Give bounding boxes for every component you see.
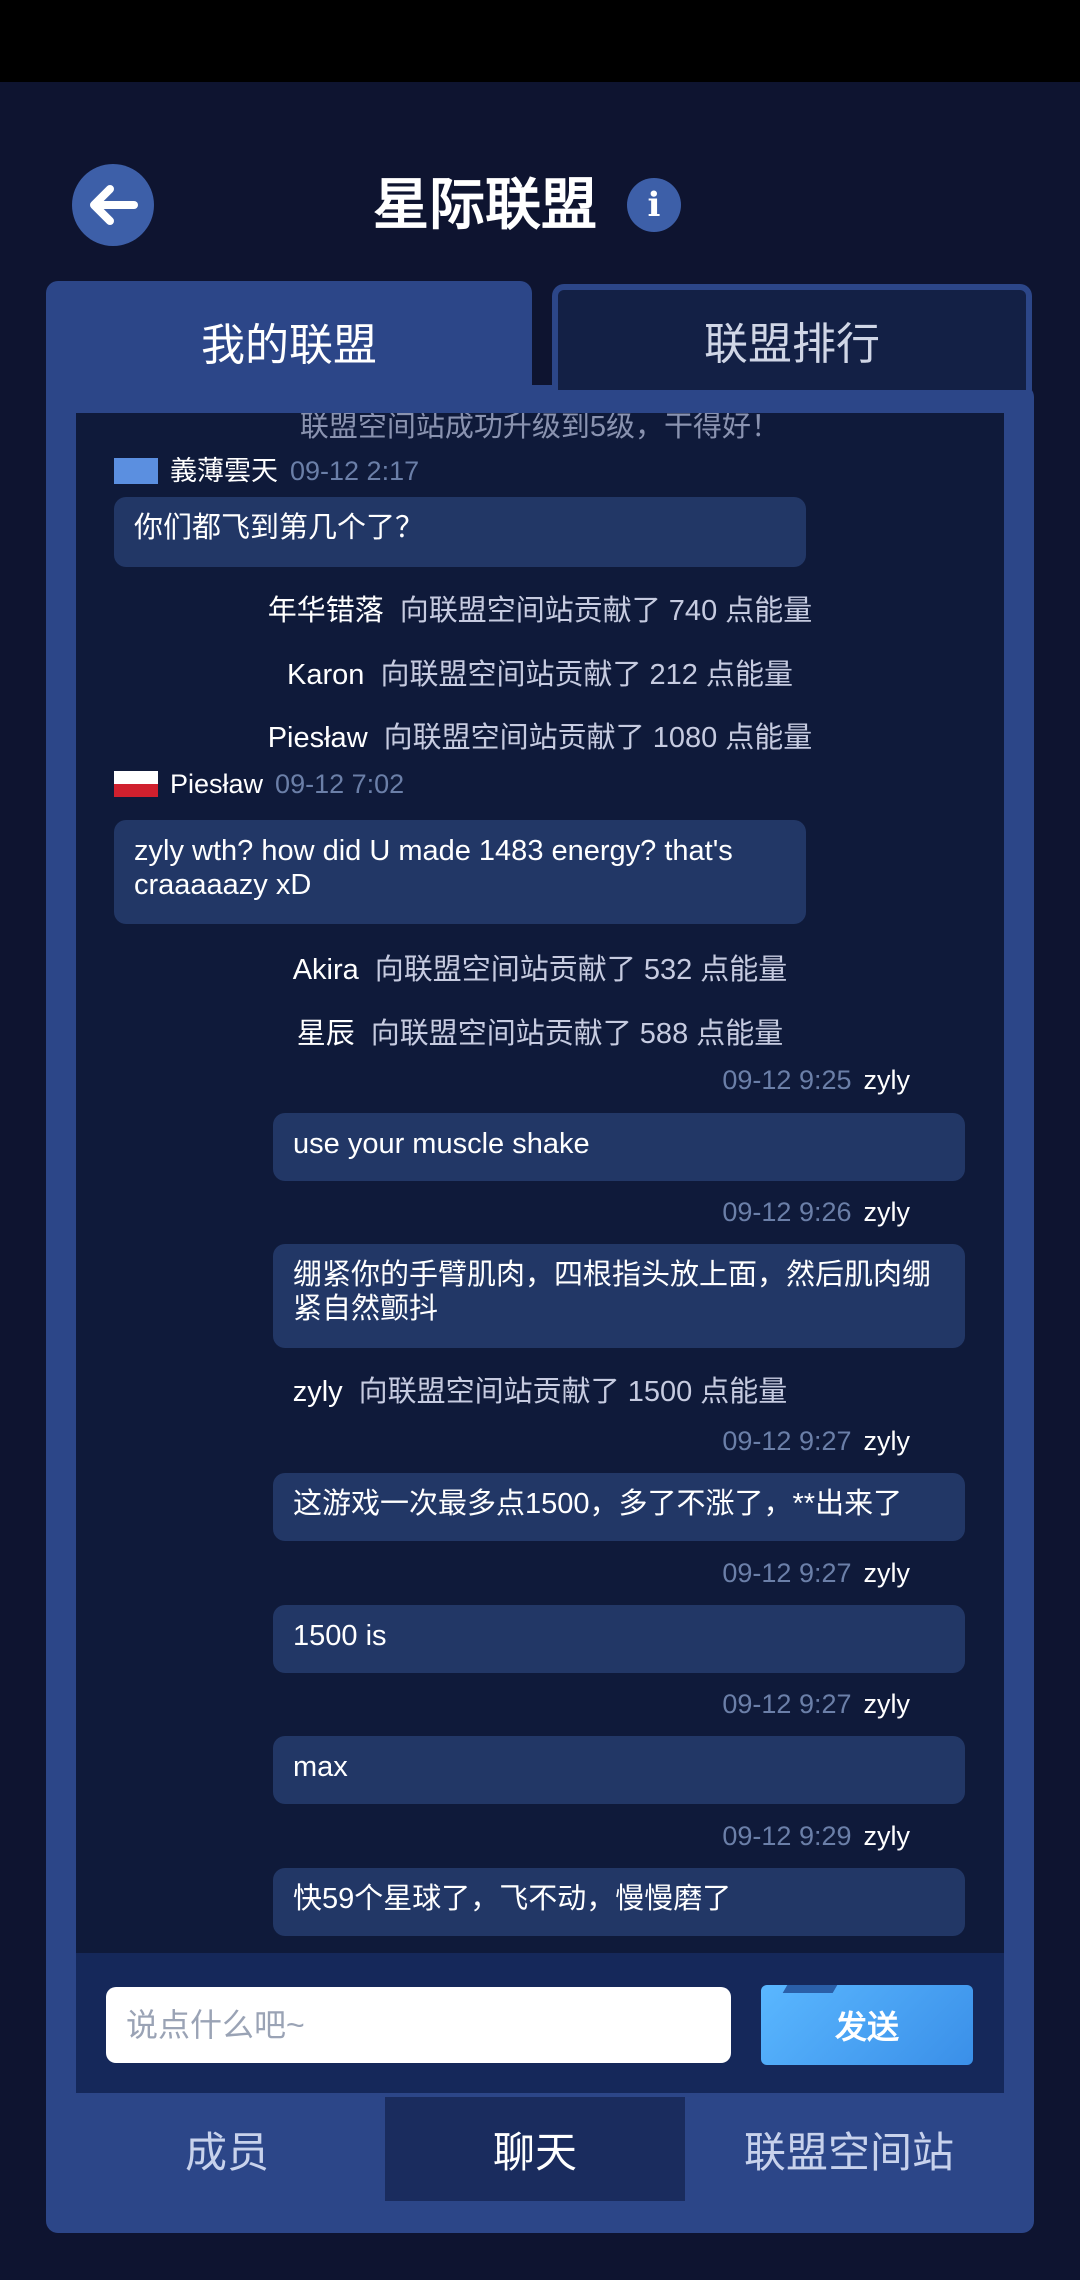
chat-bubble[interactable]: 快59个星球了，飞不动，慢慢磨了 — [273, 1868, 965, 1936]
tab-alliance-station[interactable]: 联盟空间站 — [700, 2097, 998, 2201]
truncated-message: 联盟空间站成功升级到5级，干得好！ — [299, 413, 781, 443]
message-meta: 09-12 9:27 zyly — [722, 1689, 910, 1719]
send-button[interactable]: 发送 — [761, 1985, 973, 2065]
chat-list[interactable]: 联盟空间站成功升级到5级，干得好！ 義薄雲天 09-12 2:17 你们都飞到第几… — [76, 413, 1004, 1953]
page-title: 星际联盟 — [373, 173, 597, 236]
tab-my-alliance[interactable]: 我的联盟 — [46, 281, 532, 401]
message-meta: Piesław 09-12 7:02 — [114, 769, 404, 800]
status-bar — [0, 0, 1080, 82]
chat-bubble[interactable]: 你们都飞到第几个了？ — [114, 497, 806, 567]
message-meta: 09-12 9:29 zyly — [722, 1821, 910, 1851]
system-message: 星辰 向联盟空间站贡献了 588 点能量 — [296, 1018, 784, 1050]
system-message: Piesław 向联盟空间站贡献了 1080 点能量 — [267, 722, 813, 754]
system-message: 年华错落 向联盟空间站贡献了 740 点能量 — [267, 595, 813, 627]
system-message: zyly 向联盟空间站贡献了 1500 点能量 — [292, 1376, 788, 1408]
message-meta: 09-12 9:27 zyly — [722, 1426, 910, 1456]
back-button[interactable] — [72, 164, 154, 246]
tab-chat[interactable]: 聊天 — [385, 2097, 685, 2201]
poland-flag-icon — [114, 771, 158, 797]
chat-bubble[interactable]: max — [273, 1736, 965, 1804]
chat-bubble[interactable]: 1500 is — [273, 1605, 965, 1673]
chat-bubble[interactable]: use your muscle shake — [273, 1113, 965, 1181]
tab-alliance-ranking[interactable]: 联盟排行 — [552, 284, 1032, 390]
message-meta: 09-12 9:25 zyly — [722, 1065, 910, 1095]
chat-bubble[interactable]: 绷紧你的手臂肌肉，四根指头放上面，然后肌肉绷紧自然颤抖 — [273, 1244, 965, 1348]
chat-bubble[interactable]: zyly wth? how did U made 1483 energy? th… — [114, 820, 806, 924]
system-message: Akira 向联盟空间站贡献了 532 点能量 — [292, 954, 788, 986]
message-input[interactable] — [106, 1987, 731, 2063]
message-input-bar: 发送 — [76, 1953, 1004, 2093]
message-meta: 09-12 9:27 zyly — [722, 1558, 910, 1588]
message-meta: 義薄雲天 09-12 2:17 — [114, 449, 419, 488]
chat-bubble[interactable]: 这游戏一次最多点1500，多了不涨了，**出来了 — [273, 1473, 965, 1541]
globe-flag-icon — [114, 458, 158, 484]
system-message: Karon 向联盟空间站贡献了 212 点能量 — [287, 659, 793, 691]
info-icon[interactable]: i — [627, 178, 681, 232]
arrow-left-icon — [90, 185, 138, 225]
send-decoration — [782, 1985, 838, 1993]
tab-members[interactable]: 成员 — [84, 2097, 370, 2201]
message-meta: 09-12 9:26 zyly — [722, 1197, 910, 1227]
